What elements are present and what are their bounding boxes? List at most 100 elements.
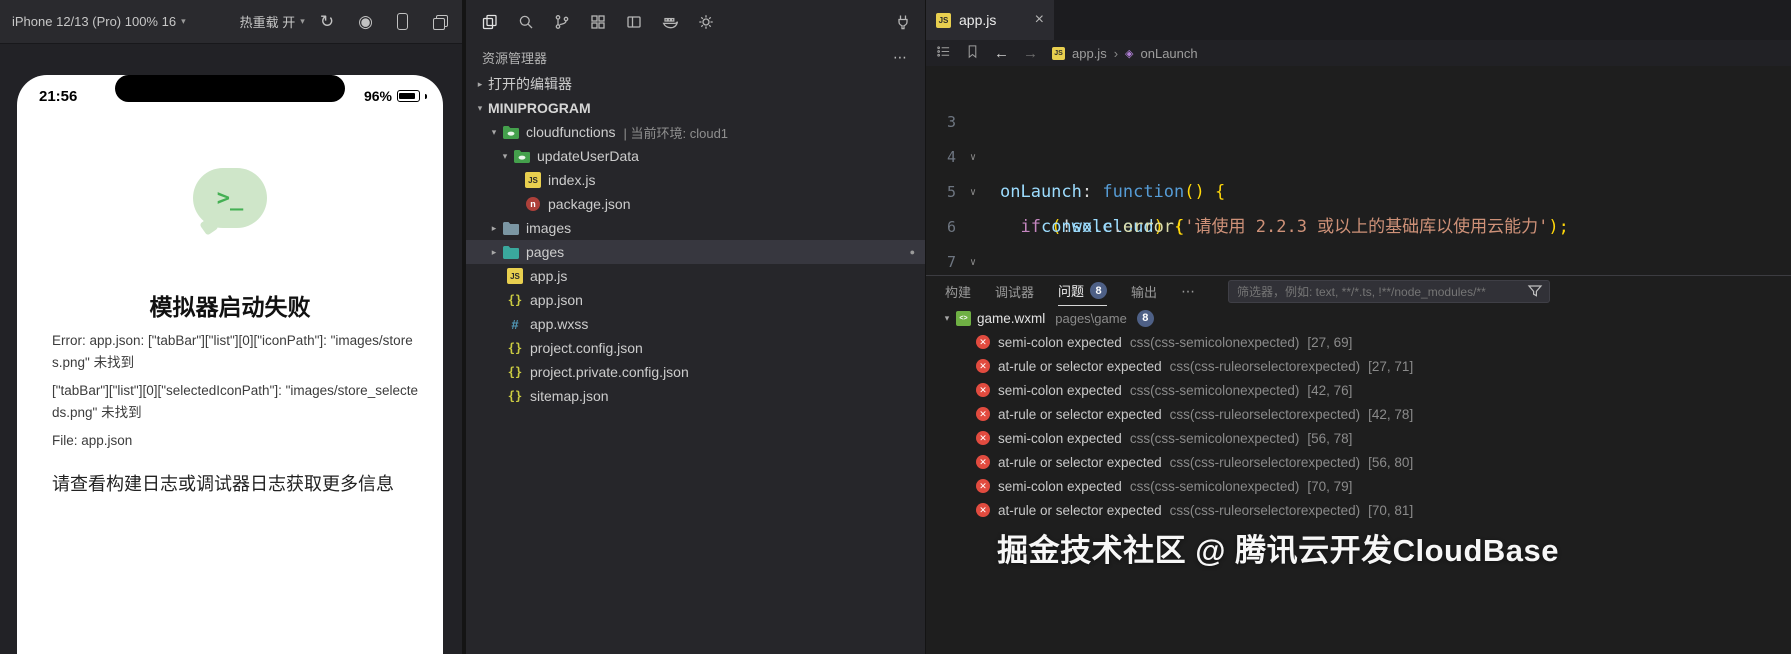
error-line: ["tabBar"]["list"][0]["selectedIconPath"…	[52, 380, 420, 402]
error-line: s.png" 未找到	[52, 352, 420, 374]
phone-notch	[115, 75, 345, 102]
tree-item-label: project.config.json	[530, 340, 643, 356]
code-line[interactable]: 5 console.error('请使用 2.2.3 或以上的基础库以使用云能力…	[926, 140, 1791, 175]
docker-icon[interactable]	[662, 14, 678, 30]
tree-item-label: 打开的编辑器	[488, 74, 572, 94]
layout-icon[interactable]	[626, 14, 642, 30]
tree-item-label: app.json	[530, 292, 583, 308]
problem-row[interactable]: ✕ semi-colon expected css(css-semicolone…	[926, 474, 1791, 498]
tree-item-label: pages	[526, 244, 564, 260]
tree-item-pages[interactable]: ▸ pages ●	[466, 240, 925, 264]
code-line[interactable]: 4 ∨ if (!wx.cloud) {	[926, 105, 1791, 140]
chevron-down-icon[interactable]: ▾	[938, 313, 956, 324]
chevron-right-icon[interactable]: ▸	[486, 223, 502, 234]
settings-gear-icon[interactable]	[698, 14, 714, 30]
chevron-right-icon[interactable]: ▸	[486, 247, 502, 258]
multi-window-icon[interactable]	[432, 14, 448, 30]
code-line[interactable]: 6 ∨ } else {	[926, 175, 1791, 210]
editor-panel: JS app.js × ← → JS app.js › ◈ onLaunch 3	[926, 0, 1791, 654]
watermark: 掘金技术社区 @ 腾讯云开发CloudBase	[997, 525, 1559, 570]
plug-icon[interactable]	[895, 14, 911, 30]
chevron-right-icon[interactable]: ▸	[472, 79, 488, 90]
cloud-folder-icon	[513, 147, 531, 165]
battery-percent: 96%	[364, 88, 392, 104]
filter-input[interactable]	[1228, 280, 1550, 303]
phone-icon[interactable]	[397, 13, 408, 30]
breadcrumb-symbol[interactable]: onLaunch	[1141, 46, 1198, 61]
tab-build[interactable]: 构建	[945, 277, 971, 306]
problem-row[interactable]: ✕ semi-colon expected css(css-semicolone…	[926, 330, 1791, 354]
tab-app-js[interactable]: JS app.js ×	[926, 0, 1054, 40]
tree-item-desc: | 当前环境: cloud1	[624, 123, 729, 142]
search-icon[interactable]	[518, 14, 534, 30]
tree-item-cloudfunctions[interactable]: ▾ cloudfunctions | 当前环境: cloud1	[466, 120, 925, 144]
problems-file: game.wxml	[977, 311, 1045, 326]
tree-item-open-editors[interactable]: ▸ 打开的编辑器	[466, 72, 925, 96]
bookmark-icon[interactable]	[965, 44, 980, 62]
more-actions-icon[interactable]: ⋯	[893, 49, 909, 66]
problem-row[interactable]: ✕ semi-colon expected css(css-semicolone…	[926, 378, 1791, 402]
tree-item-updateuserdata[interactable]: ▾ updateUserData	[466, 144, 925, 168]
status-battery: 96%	[364, 88, 427, 104]
cloud-folder-icon	[502, 123, 520, 141]
tree-item-label: MINIPROGRAM	[488, 100, 591, 116]
tree-item-app-js[interactable]: JS app.js	[466, 264, 925, 288]
tree-item-project-config[interactable]: {} project.config.json	[466, 336, 925, 360]
problem-row[interactable]: ✕ at-rule or selector expected css(css-r…	[926, 354, 1791, 378]
back-arrow-icon[interactable]: ←	[994, 45, 1009, 62]
files-icon[interactable]	[482, 14, 498, 30]
problem-row[interactable]: ✕ at-rule or selector expected css(css-r…	[926, 450, 1791, 474]
editor-navbar: ← → JS app.js › ◈ onLaunch	[926, 40, 1791, 66]
chevron-down-icon: ▾	[300, 16, 305, 27]
tab-problems[interactable]: 问题8	[1058, 277, 1107, 306]
more-actions-icon[interactable]: ⋯	[1181, 283, 1197, 300]
code-line[interactable]: 3 ∨ onLaunch: function() {	[926, 70, 1791, 105]
extensions-icon[interactable]	[590, 14, 606, 30]
code-line[interactable]: 7 ∨ wx.cloud.init({	[926, 210, 1791, 245]
breadcrumb-file[interactable]: app.js	[1072, 46, 1107, 61]
tree-item-package-json[interactable]: n package.json	[466, 192, 925, 216]
tab-output[interactable]: 输出	[1131, 277, 1157, 306]
filter-funnel-icon[interactable]	[1527, 283, 1543, 299]
battery-tip	[425, 94, 427, 99]
tree-item-project-private-config[interactable]: {} project.private.config.json	[466, 360, 925, 384]
error-icon: ✕	[976, 359, 990, 373]
folder-icon	[502, 219, 520, 237]
chevron-down-icon[interactable]: ▾	[472, 103, 488, 114]
problems-group-row[interactable]: ▾ <> game.wxml pages\game 8	[926, 306, 1791, 330]
record-icon[interactable]: ◉	[358, 13, 373, 30]
outline-icon[interactable]	[936, 44, 951, 62]
simulator-actions: ↻ ◉	[320, 13, 448, 30]
chevron-down-icon: ▾	[181, 16, 186, 27]
explorer-title: 资源管理器	[482, 48, 547, 67]
wxml-file-icon: <>	[956, 311, 971, 326]
tree-item-images[interactable]: ▸ images	[466, 216, 925, 240]
tree-item-sitemap-json[interactable]: {} sitemap.json	[466, 384, 925, 408]
problem-row[interactable]: ✕ at-rule or selector expected css(css-r…	[926, 498, 1791, 522]
device-selector[interactable]: iPhone 12/13 (Pro) 100% 16 ▾	[12, 14, 186, 29]
problems-list: ▾ <> game.wxml pages\game 8 ✕ semi-colon…	[926, 306, 1791, 522]
tree-item-app-json[interactable]: {} app.json	[466, 288, 925, 312]
chevron-down-icon[interactable]: ▾	[497, 151, 513, 162]
error-icon: ✕	[976, 431, 990, 445]
status-time: 21:56	[39, 88, 77, 105]
tree-item-label: package.json	[548, 196, 631, 212]
forward-arrow-icon[interactable]: →	[1023, 45, 1038, 62]
tree-item-index-js[interactable]: JS index.js	[466, 168, 925, 192]
error-icon: ✕	[976, 383, 990, 397]
refresh-icon[interactable]: ↻	[320, 13, 334, 30]
tree-item-label: images	[526, 220, 571, 236]
tab-debugger[interactable]: 调试器	[995, 277, 1034, 306]
problem-row[interactable]: ✕ semi-colon expected css(css-semicolone…	[926, 426, 1791, 450]
tree-item-app-wxss[interactable]: # app.wxss	[466, 312, 925, 336]
hot-reload-toggle[interactable]: 热重载 开 ▾	[240, 12, 305, 31]
close-icon[interactable]: ×	[1035, 11, 1044, 29]
tree-item-miniprogram[interactable]: ▾ MINIPROGRAM	[466, 96, 925, 120]
git-branch-icon[interactable]	[554, 14, 570, 30]
code-editor[interactable]: 3 ∨ onLaunch: function() { 4 ∨ if (!wx.c…	[926, 66, 1791, 275]
json-braces-icon: {}	[506, 363, 524, 381]
problem-row[interactable]: ✕ at-rule or selector expected css(css-r…	[926, 402, 1791, 426]
chevron-down-icon[interactable]: ▾	[486, 127, 502, 138]
error-icon: ✕	[976, 503, 990, 517]
code-line[interactable]: 8 ∨ // env 参数说明:	[926, 245, 1791, 275]
